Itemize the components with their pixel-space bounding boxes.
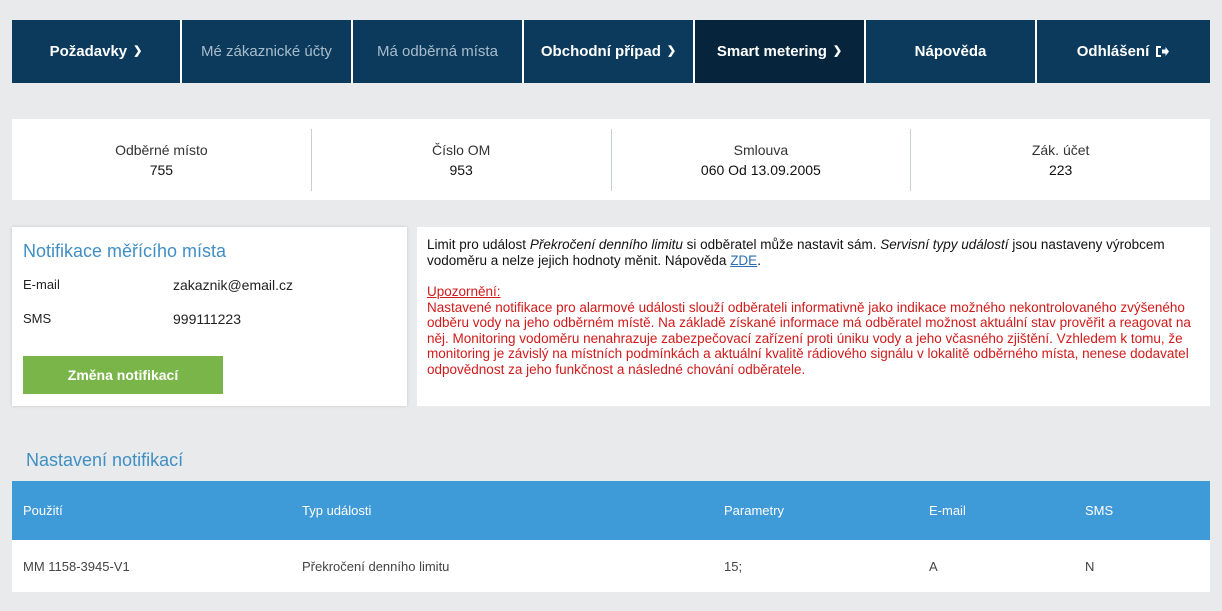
info-odberne-misto: Odběrné místo 755 [12,128,312,191]
info-label: Číslo OM [431,141,491,158]
table-cell: Překročení denního limitu [302,558,450,574]
nav-item-smart-metering[interactable]: Smart metering ❯ [695,20,866,83]
notice-panel: Limit pro událost Překročení denního lim… [417,227,1210,406]
nav-item-label: Má odběrná místa [377,43,498,60]
nav-item-odberna-mista[interactable]: Má odběrná místa [353,20,524,83]
notice-paragraph: Limit pro událost Překročení denního lim… [427,237,1200,268]
info-value: 755 [149,161,174,178]
info-cislo-om: Číslo OM 953 [312,128,612,191]
chevron-down-icon: ❯ [133,45,143,57]
nav-item-label: Nápověda [914,43,987,60]
nav-item-odhlaseni[interactable]: Odhlášení [1037,20,1210,83]
nav-item-label: Smart metering [716,43,827,60]
help-link[interactable]: ZDE [730,253,757,268]
nav-item-label: Odhlášení [1076,43,1150,60]
notice-text: . [757,252,761,268]
notice-emphasis: Překročení denního limitu [529,237,683,252]
warning-text: Nastavené notifikace pro alarmové událos… [427,299,1191,377]
column-header: E-mail [929,503,966,518]
info-smlouva: Smlouva 060 Od 13.09.2005 [612,128,912,191]
nav-item-napoveda[interactable]: Nápověda [866,20,1037,83]
info-label: Zák. účet [1031,141,1090,158]
info-value: 060 Od 13.09.2005 [700,161,821,178]
chevron-down-icon: ❯ [832,45,843,57]
main-navigation: Požadavky ❯ Mé zákaznické účty Má odběrn… [12,20,1210,83]
supply-point-info-bar: Odběrné místo 755 Číslo OM 953 Smlouva 0… [12,119,1210,200]
change-notifications-button[interactable]: Změna notifikací [23,356,223,394]
column-header: SMS [1085,503,1114,518]
info-zak-ucet: Zák. účet 223 [911,129,1210,191]
table-cell: A [929,558,938,574]
table-cell: MM 1158-3945-V1 [23,558,130,574]
notice-emphasis: Servisní typy událostí [880,237,1009,252]
table-header: Použití Typ události Parametry E-mail SM… [12,481,1210,540]
notice-text: Limit pro událost [427,237,530,252]
column-header: Použití [23,503,63,518]
notice-text: si odběratel může nastavit sám. [682,237,881,252]
column-header: Typ události [302,503,372,518]
logout-icon [1156,46,1170,57]
email-row: E-mail zakaznik@email.cz [23,277,396,293]
column-header: Parametry [724,503,784,518]
table-row[interactable]: MM 1158-3945-V1 Překročení denního limit… [12,540,1210,592]
email-value: zakaznik@email.cz [173,277,294,293]
notification-card: Notifikace měřícího místa E-mail zakazni… [12,227,407,406]
nav-item-obchodni-pripad[interactable]: Obchodní případ ❯ [524,20,695,83]
warning-block: Upozornění: Nastavené notifikace pro ala… [427,284,1200,377]
table-cell: 15; [724,558,743,574]
info-value: 953 [449,161,473,178]
table-cell: N [1085,558,1095,574]
notification-settings-table: Použití Typ události Parametry E-mail SM… [12,481,1210,592]
sms-row: SMS 999111223 [23,311,396,327]
nav-item-label: Mé zákaznické účty [201,43,332,60]
nav-item-zakaznicke-ucty[interactable]: Mé zákaznické účty [182,20,353,83]
nav-item-pozadavky[interactable]: Požadavky ❯ [12,20,182,83]
sms-value: 999111223 [173,311,241,327]
info-label: Smlouva [733,141,789,158]
sms-label: SMS [23,311,52,326]
chevron-down-icon: ❯ [666,45,677,57]
warning-title: Upozornění: [427,284,501,299]
card-title: Notifikace měřícího místa [23,241,227,261]
info-label: Odběrné místo [115,141,208,158]
nav-item-label: Požadavky [49,43,128,60]
nav-item-label: Obchodní případ [540,43,661,60]
email-label: E-mail [23,277,60,292]
info-value: 223 [1048,161,1073,178]
section-title: Nastavení notifikací [26,450,184,470]
